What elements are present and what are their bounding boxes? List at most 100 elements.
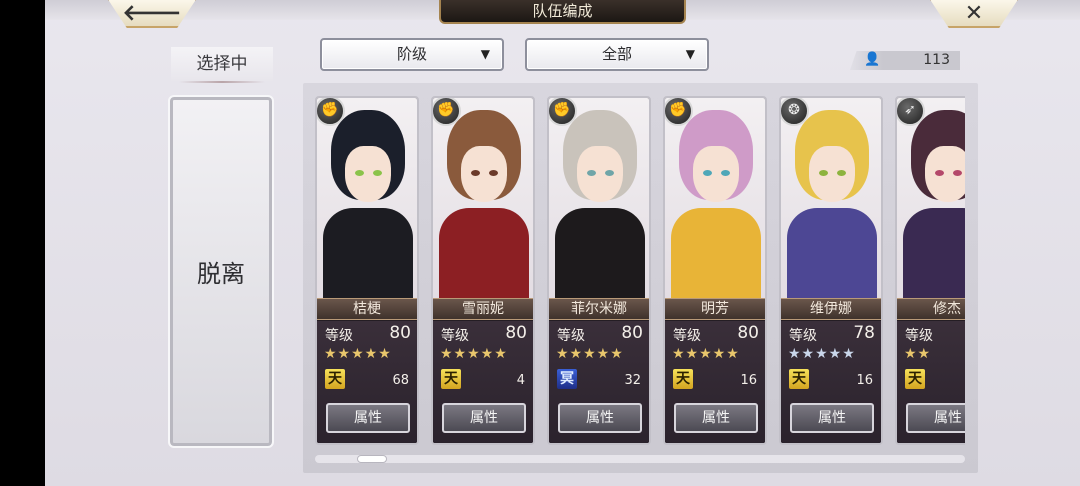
rarity-stars: ★★★★★	[324, 346, 392, 362]
level-label: 等级	[789, 328, 817, 344]
bond-count: 4	[516, 373, 525, 388]
bow-icon: ➶	[897, 98, 925, 126]
back-button[interactable]: 🡐	[107, 0, 197, 28]
character-stats: 等级 78 ★★★★★ 天 16 属性	[781, 321, 881, 443]
level-value: 78	[853, 323, 875, 343]
leave-slot-button[interactable]: 脱离	[168, 95, 274, 448]
portrait-eye-right	[953, 170, 962, 176]
dropdown-arrow-icon: ▼	[685, 47, 695, 61]
character-name: 桔梗	[317, 298, 417, 320]
attribute-button[interactable]: 属性	[442, 403, 526, 433]
portrait-face	[345, 146, 391, 202]
character-stats: 等级 80 ★★★★★ 冥 32 属性	[549, 321, 649, 443]
dropdown-arrow-icon: ▼	[480, 47, 490, 61]
level-label: 等级	[325, 328, 353, 344]
portrait-eye-right	[489, 170, 498, 176]
bond-count: 16	[740, 373, 757, 388]
unit-count-badge: 👤 113	[850, 51, 960, 70]
fist-icon: ✊	[665, 98, 693, 126]
portrait-eye-left	[935, 170, 944, 176]
portrait-eye-left	[819, 170, 828, 176]
attribute-button[interactable]: 属性	[906, 403, 965, 433]
portrait-eye-right	[373, 170, 382, 176]
portrait-face	[577, 146, 623, 202]
portrait-eye-left	[471, 170, 480, 176]
rank-filter-dropdown[interactable]: 阶级 ▼	[320, 38, 504, 71]
bond-count: 68	[392, 373, 409, 388]
character-card[interactable]: ✊ 桔梗 等级 80 ★★★★★ 天 68 属性	[315, 96, 419, 445]
character-name: 雪丽妮	[433, 298, 533, 320]
close-icon: ✕	[964, 0, 984, 26]
portrait-eye-left	[587, 170, 596, 176]
fist-icon: ✊	[433, 98, 461, 126]
fist-icon: ✊	[317, 98, 345, 126]
portrait-body	[555, 208, 645, 308]
character-stats: 等级 80 ★★★★★ 天 68 属性	[317, 321, 417, 443]
character-portrait: 已配	[897, 98, 965, 308]
close-button[interactable]: ✕	[929, 0, 1019, 28]
level-label: 等级	[905, 328, 933, 344]
selecting-label: 选择中	[171, 47, 273, 83]
portrait-face	[461, 146, 507, 202]
element-badge: 天	[673, 369, 693, 389]
character-card[interactable]: ✊ 菲尔米娜 等级 80 ★★★★★ 冥 32 属性	[547, 96, 651, 445]
portrait-eye-left	[355, 170, 364, 176]
character-portrait	[781, 98, 881, 308]
character-name: 修杰	[897, 298, 965, 320]
attribute-button[interactable]: 属性	[790, 403, 874, 433]
level-value: 80	[621, 323, 643, 343]
bond-count: 16	[856, 373, 873, 388]
character-stats: 等级 ★★ 天 属性	[897, 321, 965, 443]
unit-count: 113	[923, 52, 950, 68]
element-badge: 冥	[557, 369, 577, 389]
character-name: 维伊娜	[781, 298, 881, 320]
page-title: 队伍编成	[439, 0, 686, 24]
roster-scrollbar[interactable]	[315, 455, 965, 463]
rarity-stars: ★★★★★	[556, 346, 624, 362]
element-badge: 天	[441, 369, 461, 389]
scrollbar-thumb[interactable]	[357, 455, 387, 463]
category-filter-dropdown[interactable]: 全部 ▼	[525, 38, 709, 71]
character-portrait	[317, 98, 417, 308]
portrait-body	[439, 208, 529, 308]
character-card[interactable]: ❂ 维伊娜 等级 78 ★★★★★ 天 16 属性	[779, 96, 883, 445]
level-value: 80	[737, 323, 759, 343]
level-label: 等级	[557, 328, 585, 344]
roster-track[interactable]: ✊ 桔梗 等级 80 ★★★★★ 天 68 属性 ✊ 雪丽妮 等级 80 ★★★…	[315, 87, 965, 447]
element-badge: 天	[325, 369, 345, 389]
portrait-face	[693, 146, 739, 202]
character-card[interactable]: 已配 ➶ 修杰 等级 ★★ 天 属性	[895, 96, 965, 445]
character-name: 明芳	[665, 298, 765, 320]
rarity-stars: ★★★★★	[672, 346, 740, 362]
element-badge: 天	[789, 369, 809, 389]
team-formation-screen: 🡐 队伍编成 ✕ 选择中 阶级 ▼ 全部 ▼ 👤 113 脱离 ✊ 桔梗 等级 …	[45, 0, 1080, 486]
attribute-button[interactable]: 属性	[674, 403, 758, 433]
leave-label: 脱离	[197, 260, 245, 288]
person-icon: 👤	[864, 52, 881, 67]
portrait-eye-right	[605, 170, 614, 176]
rank-filter-label: 阶级	[396, 45, 427, 63]
character-stats: 等级 80 ★★★★★ 天 16 属性	[665, 321, 765, 443]
level-label: 等级	[441, 328, 469, 344]
attribute-button[interactable]: 属性	[326, 403, 410, 433]
character-name: 菲尔米娜	[549, 298, 649, 320]
category-filter-label: 全部	[601, 45, 632, 63]
level-label: 等级	[673, 328, 701, 344]
character-portrait	[549, 98, 649, 308]
rarity-stars: ★★★★★	[440, 346, 508, 362]
character-card[interactable]: ✊ 雪丽妮 等级 80 ★★★★★ 天 4 属性	[431, 96, 535, 445]
character-portrait	[665, 98, 765, 308]
fist-icon: ✊	[549, 98, 577, 126]
rarity-stars: ★★	[904, 346, 932, 362]
rarity-stars: ★★★★★	[788, 346, 856, 362]
portrait-eye-right	[837, 170, 846, 176]
portrait-face	[809, 146, 855, 202]
level-value: 80	[505, 323, 527, 343]
level-value: 80	[389, 323, 411, 343]
character-stats: 等级 80 ★★★★★ 天 4 属性	[433, 321, 533, 443]
portrait-eye-right	[721, 170, 730, 176]
bond-count: 32	[624, 373, 641, 388]
character-roster: ✊ 桔梗 等级 80 ★★★★★ 天 68 属性 ✊ 雪丽妮 等级 80 ★★★…	[303, 83, 978, 473]
character-card[interactable]: ✊ 明芳 等级 80 ★★★★★ 天 16 属性	[663, 96, 767, 445]
attribute-button[interactable]: 属性	[558, 403, 642, 433]
